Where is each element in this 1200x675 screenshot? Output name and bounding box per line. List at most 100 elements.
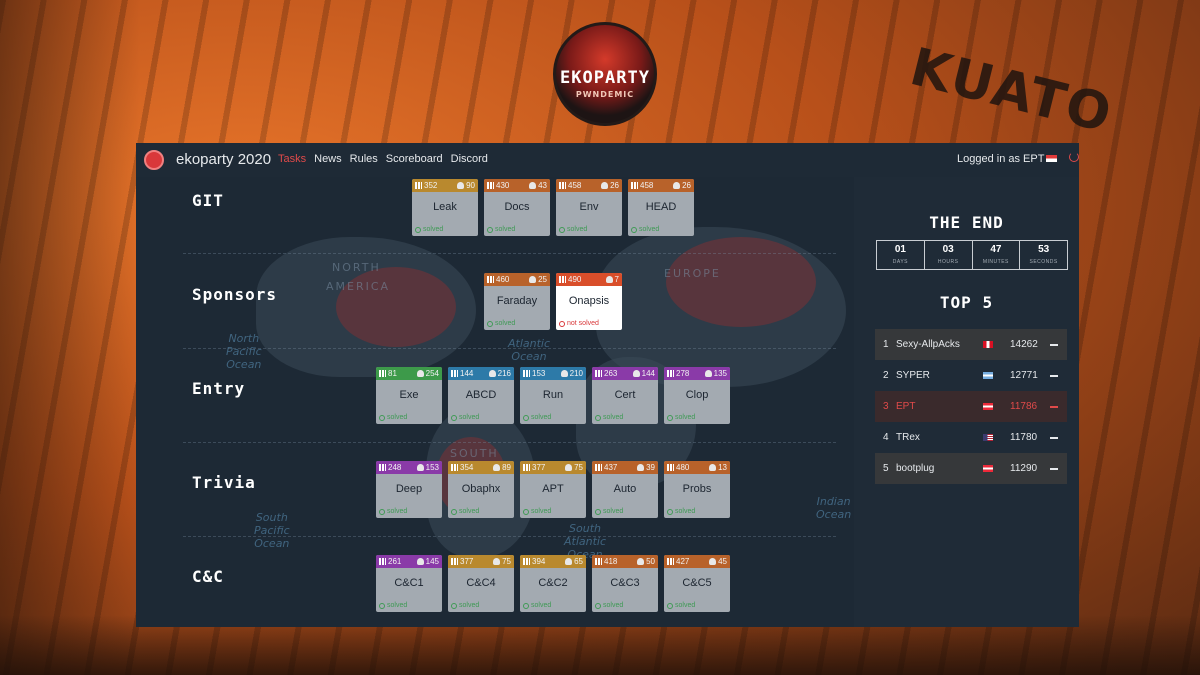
check-circle-icon (487, 226, 493, 233)
task-header: 354 89 (448, 461, 514, 474)
task-header: 352 90 (412, 179, 478, 192)
check-circle-icon (451, 602, 457, 609)
task-solves: 13 (709, 463, 727, 472)
task-status: solved (523, 602, 551, 609)
task-card-c-c5[interactable]: 427 45 C&C5 solved (664, 555, 730, 612)
task-header: 480 13 (664, 461, 730, 474)
task-card-run[interactable]: 153 210 Run solved (520, 367, 586, 424)
task-points: 418 (595, 557, 617, 566)
category-divider (183, 442, 836, 443)
category-title-entry: Entry (192, 379, 246, 398)
task-card-cert[interactable]: 263 144 Cert solved (592, 367, 658, 424)
rank-position: 4 (883, 432, 889, 443)
check-circle-icon (379, 602, 385, 609)
bar-chart-icon (523, 464, 530, 471)
task-solves: 90 (457, 181, 475, 190)
map-label-europe: EUROPE (664, 267, 721, 280)
team-name: bootplug (896, 463, 935, 474)
rank-position: 1 (883, 339, 889, 350)
task-card-deep[interactable]: 248 153 Deep solved (376, 461, 442, 518)
task-header: 81 254 (376, 367, 442, 380)
task-solves: 216 (488, 369, 511, 378)
task-solves: 75 (493, 557, 511, 566)
task-card-probs[interactable]: 480 13 Probs solved (664, 461, 730, 518)
task-card-docs[interactable]: 430 43 Docs solved (484, 179, 550, 236)
nav-news[interactable]: News (314, 153, 342, 165)
task-status: solved (415, 226, 443, 233)
login-status[interactable]: Logged in as EPT (957, 153, 1044, 165)
bar-chart-icon (631, 182, 638, 189)
task-status: solved (595, 508, 623, 515)
ranking-row[interactable]: 1 Sexy-AllpAcks 14262 (875, 329, 1067, 360)
nav-rules[interactable]: Rules (350, 153, 378, 165)
task-card-faraday[interactable]: 460 25 Faraday solved (484, 273, 550, 330)
ocean-label-atlantic: Atlantic Ocean (508, 337, 551, 363)
brand-title[interactable]: ekoparty 2020 (176, 151, 271, 168)
task-points: 144 (451, 369, 473, 378)
task-solves: 144 (632, 369, 655, 378)
bar-chart-icon (451, 464, 458, 471)
task-card-obaphx[interactable]: 354 89 Obaphx solved (448, 461, 514, 518)
user-icon (416, 370, 424, 377)
ekoparty-badge-icon[interactable] (144, 150, 164, 170)
task-card-c-c3[interactable]: 418 50 C&C3 solved (592, 555, 658, 612)
ranking-row[interactable]: 4 TRex 11780 (875, 422, 1067, 453)
task-solves: 89 (493, 463, 511, 472)
task-card-c-c2[interactable]: 394 65 C&C2 solved (520, 555, 586, 612)
bar-chart-icon (379, 370, 386, 377)
user-icon (416, 558, 424, 565)
task-points: 261 (379, 557, 401, 566)
task-card-c-c4[interactable]: 377 75 C&C4 solved (448, 555, 514, 612)
bar-chart-icon (451, 558, 458, 565)
map-label-north: NORTH (332, 261, 381, 274)
user-icon (637, 464, 645, 471)
task-points: 81 (379, 369, 397, 378)
task-status: solved (595, 414, 623, 421)
task-card-onapsis[interactable]: 490 7 Onapsis not solved (556, 273, 622, 330)
task-card-apt[interactable]: 377 75 APT solved (520, 461, 586, 518)
bar-chart-icon (379, 464, 386, 471)
minus-icon (1050, 343, 1058, 346)
task-solves: 50 (637, 557, 655, 566)
user-icon (493, 558, 501, 565)
ranking-row[interactable]: 2 SYPER 12771 (875, 360, 1067, 391)
team-score: 11786 (1010, 401, 1038, 412)
check-circle-icon (523, 508, 529, 515)
task-points: 377 (451, 557, 473, 566)
countdown-hours: 03 HOURS (925, 241, 973, 269)
task-solves: 43 (529, 181, 547, 190)
power-logout-icon[interactable] (1069, 152, 1079, 162)
task-solves: 7 (605, 275, 619, 284)
task-card-head[interactable]: 458 26 HEAD solved (628, 179, 694, 236)
nav-discord[interactable]: Discord (451, 153, 488, 165)
task-card-abcd[interactable]: 144 216 ABCD solved (448, 367, 514, 424)
ranking-row[interactable]: 3 EPT 11786 (875, 391, 1067, 422)
task-points: 248 (379, 463, 401, 472)
nav-tasks[interactable]: Tasks (278, 153, 306, 165)
nav-scoreboard[interactable]: Scoreboard (386, 153, 443, 165)
bar-chart-icon (415, 182, 422, 189)
task-name: Probs (682, 483, 712, 495)
task-card-exe[interactable]: 81 254 Exe solved (376, 367, 442, 424)
task-header: 144 216 (448, 367, 514, 380)
task-status: solved (379, 414, 407, 421)
task-card-clop[interactable]: 278 135 Clop solved (664, 367, 730, 424)
check-circle-icon (379, 508, 385, 515)
category-divider (183, 536, 836, 537)
ranking-row[interactable]: 5 bootplug 11290 (875, 453, 1067, 484)
heat-europe (666, 237, 816, 327)
check-circle-icon (415, 226, 421, 233)
task-status: solved (487, 320, 515, 327)
task-card-leak[interactable]: 352 90 Leak solved (412, 179, 478, 236)
task-card-auto[interactable]: 437 39 Auto solved (592, 461, 658, 518)
countdown-days: 01 DAYS (877, 241, 925, 269)
task-status: solved (667, 414, 695, 421)
austria-flag-icon (1046, 155, 1057, 162)
task-card-c-c1[interactable]: 261 145 C&C1 solved (376, 555, 442, 612)
check-circle-icon (451, 508, 457, 515)
countdown-title: THE END (929, 213, 1004, 232)
task-header: 153 210 (520, 367, 586, 380)
check-circle-icon (667, 602, 673, 609)
task-status: solved (595, 602, 623, 609)
task-card-env[interactable]: 458 26 Env solved (556, 179, 622, 236)
